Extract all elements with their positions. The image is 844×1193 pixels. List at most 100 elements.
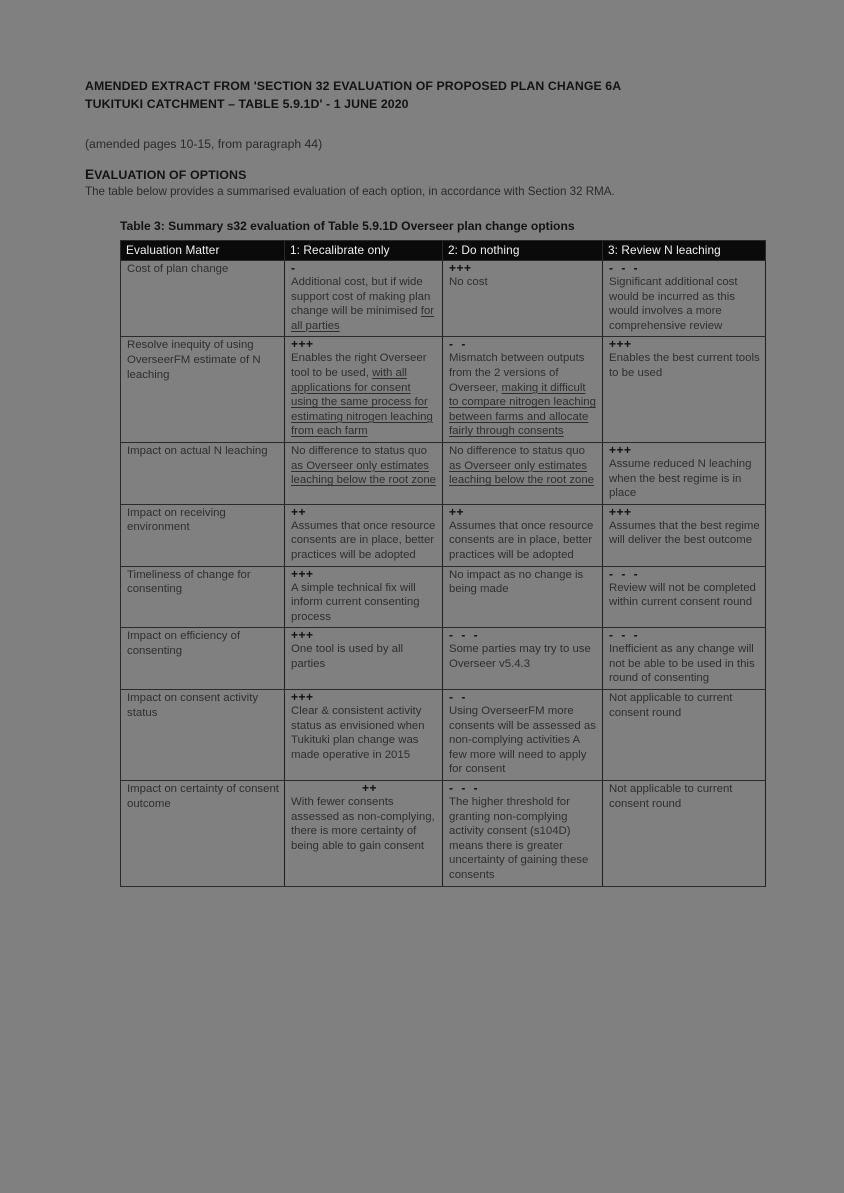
option-3-cell: - - - Review will not be completed within… bbox=[602, 565, 766, 629]
cell-text: Assume reduced N leaching when the best … bbox=[609, 457, 761, 501]
table-row: Resolve inequity of using OverseerFM est… bbox=[120, 336, 766, 443]
cell-text-original: Assume reduced N leaching when the best … bbox=[609, 457, 752, 500]
rating-indicator: +++ bbox=[609, 504, 632, 519]
option-2-cell: No impact as no change is being made bbox=[442, 565, 603, 629]
option-2-cell: +++ No cost bbox=[442, 259, 603, 338]
section-intro-text: The table below provides a summarised ev… bbox=[85, 185, 615, 198]
table-row: Impact on consent activity status +++ Clea… bbox=[120, 689, 766, 782]
rating-indicator: +++ bbox=[291, 566, 314, 581]
option-3-cell: - - - Inefficient as any change will not … bbox=[602, 627, 766, 691]
rating-indicator: - - - bbox=[449, 781, 481, 796]
evaluation-table: Evaluation Matter 1: Recalibrate only 2:… bbox=[120, 240, 766, 887]
cell-text-original: No difference to status quo bbox=[449, 444, 585, 457]
document-title-line-2: TUKITUKI CATCHMENT – TABLE 5.9.1D' - 1 J… bbox=[85, 96, 409, 111]
cell-text: Assumes that once resource consents are … bbox=[291, 519, 438, 563]
evaluation-matter-cell: Cost of plan change bbox=[120, 259, 285, 338]
rating-indicator: +++ bbox=[609, 337, 632, 352]
cell-text: Review will not be completed within curr… bbox=[609, 581, 761, 610]
cell-text-original: Clear & consistent activity status as en… bbox=[291, 705, 425, 761]
evaluation-matter-cell: Impact on efficiency of consenting bbox=[120, 627, 285, 691]
option-2-cell: - - - Some parties may try to use Oversee… bbox=[442, 627, 603, 691]
evaluation-matter-cell: Impact on actual N leaching bbox=[120, 441, 285, 505]
table-row: Impact on certainty of consent outcome ++… bbox=[120, 780, 766, 887]
option-1-cell: +++ One tool is used by all parties bbox=[284, 627, 443, 691]
evaluation-matter-cell: Impact on certainty of consent outcome bbox=[120, 780, 285, 887]
cell-text: Not applicable to current consent round bbox=[609, 691, 761, 720]
option-3-cell: +++ Enables the best current tools to be … bbox=[602, 336, 766, 443]
table-row: Cost of plan change - Additional cost, but… bbox=[120, 259, 766, 338]
rating-indicator: - - - bbox=[609, 261, 641, 275]
cell-text: Using OverseerFM more consents will be a… bbox=[449, 704, 598, 777]
option-1-cell: No difference to status quo as Overseer … bbox=[284, 441, 443, 505]
cell-text-original: Enables the best current tools to be use… bbox=[609, 352, 760, 379]
rating-indicator: +++ bbox=[291, 337, 314, 352]
option-2-cell: ++ Assumes that once resource consents ar… bbox=[442, 503, 603, 567]
rating-indicator: - - - bbox=[609, 628, 641, 643]
table-body: Cost of plan change - Additional cost, but… bbox=[120, 259, 766, 887]
evaluation-matter-cell: Timeliness of change for consenting bbox=[120, 565, 285, 629]
cell-text: Some parties may try to use Overseer v5.… bbox=[449, 642, 598, 671]
option-3-cell: Not applicable to current consent round bbox=[602, 780, 766, 887]
cell-text: Assumes that the best regime will delive… bbox=[609, 519, 761, 548]
cell-text: Mismatch between outputs from the 2 vers… bbox=[449, 351, 598, 439]
cell-text: Enables the best current tools to be use… bbox=[609, 351, 761, 380]
cell-text-inserted: as Overseer only estimates leaching belo… bbox=[291, 459, 437, 487]
cell-text: Inefficient as any change will not be ab… bbox=[609, 642, 761, 686]
rating-indicator: ++ bbox=[361, 781, 377, 796]
cell-text: A simple technical fix will inform curre… bbox=[291, 581, 438, 625]
rating-indicator: +++ bbox=[291, 690, 314, 705]
cell-text: Additional cost, but if wide support cos… bbox=[291, 275, 438, 333]
amendment-note: (amended pages 10-15, from paragraph 44) bbox=[85, 137, 323, 151]
cell-text: Significant additional cost would be inc… bbox=[609, 275, 761, 333]
table-row: Impact on receiving environment ++ Assumes… bbox=[120, 503, 766, 567]
rating-indicator: +++ bbox=[291, 628, 314, 643]
rating-indicator: - - bbox=[449, 337, 468, 352]
cell-text-original: A simple technical fix will inform curre… bbox=[291, 581, 420, 623]
document-title: AMENDED EXTRACT FROM 'SECTION 32 EVALUAT… bbox=[85, 78, 765, 113]
rating-indicator: +++ bbox=[449, 261, 472, 275]
section-heading: EVALUATION OF OPTIONS bbox=[85, 167, 246, 182]
cell-text-original: The higher threshold for granting non-co… bbox=[449, 796, 589, 881]
option-1-cell: ++ With fewer consents assessed as non-co… bbox=[284, 780, 443, 887]
option-1-cell: - Additional cost, but if wide support co… bbox=[284, 259, 443, 338]
option-1-cell: +++ Enables the right Overseer tool to be… bbox=[284, 336, 443, 443]
cell-text: Enables the right Overseer tool to be us… bbox=[291, 351, 438, 439]
option-1-cell: +++ Clear & consistent activity status as… bbox=[284, 689, 443, 782]
document-page: AMENDED EXTRACT FROM 'SECTION 32 EVALUAT… bbox=[0, 0, 844, 1193]
column-header-option-1: 1: Recalibrate only bbox=[284, 240, 443, 261]
section-heading-initial: E bbox=[85, 167, 95, 182]
cell-text-original: Inefficient as any change will not be ab… bbox=[609, 643, 755, 685]
cell-text-original: Some parties may try to use Overseer v5.… bbox=[449, 643, 591, 670]
cell-text-inserted: as Overseer only estimates leaching belo… bbox=[449, 459, 595, 487]
cell-text: With fewer consents assessed as non-comp… bbox=[291, 795, 438, 853]
rating-indicator: +++ bbox=[609, 442, 632, 457]
cell-text-original: With fewer consents assessed as non-comp… bbox=[291, 796, 435, 852]
cell-text-original: Using OverseerFM more consents will be a… bbox=[449, 705, 596, 776]
column-header-option-3: 3: Review N leaching bbox=[602, 240, 766, 261]
option-3-cell: +++ Assume reduced N leaching when the be… bbox=[602, 441, 766, 505]
rating-indicator: - - bbox=[449, 690, 468, 705]
cell-text-original: Assumes that once resource consents are … bbox=[291, 519, 436, 561]
cell-text-original: No impact as no change is being made bbox=[449, 568, 584, 596]
rating-indicator: ++ bbox=[291, 504, 307, 519]
table-head: Evaluation Matter 1: Recalibrate only 2:… bbox=[120, 240, 766, 261]
cell-text-original: Not applicable to current consent round bbox=[609, 692, 733, 719]
evaluation-matter-cell: Impact on receiving environment bbox=[120, 503, 285, 567]
cell-text-original: One tool is used by all parties bbox=[291, 643, 404, 670]
option-3-cell: - - - Significant additional cost would b… bbox=[602, 259, 766, 338]
option-2-cell: No difference to status quo as Overseer … bbox=[442, 441, 603, 505]
cell-text: Not applicable to current consent round bbox=[609, 782, 761, 811]
option-1-cell: ++ Assumes that once resource consents ar… bbox=[284, 503, 443, 567]
cell-text: No difference to status quo as Overseer … bbox=[449, 444, 598, 488]
rating-indicator: ++ bbox=[449, 504, 465, 519]
cell-text-original: No cost bbox=[449, 276, 488, 288]
rating-indicator: - - - bbox=[609, 566, 641, 581]
cell-text-original: Significant additional cost would be inc… bbox=[609, 276, 738, 332]
rating-indicator: - - - bbox=[449, 628, 481, 643]
column-header-option-2: 2: Do nothing bbox=[442, 240, 603, 261]
cell-text-original: Not applicable to current consent round bbox=[609, 783, 733, 810]
cell-text-original: Additional cost, but if wide support cos… bbox=[291, 276, 431, 318]
rating-indicator: - bbox=[291, 261, 298, 275]
cell-text: No difference to status quo as Overseer … bbox=[291, 444, 438, 488]
option-2-cell: - - - The higher threshold for granting n… bbox=[442, 780, 603, 887]
